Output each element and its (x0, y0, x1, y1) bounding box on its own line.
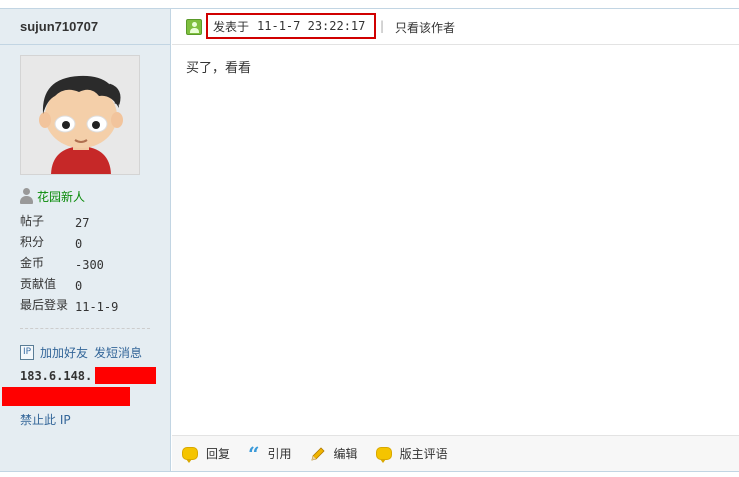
stat-label: 贡献值 (20, 277, 57, 291)
posted-time: 11-1-7 23:22:17 (257, 19, 366, 33)
reply-button[interactable]: 回复 (182, 445, 231, 463)
speech-bubble-icon (375, 447, 392, 463)
ip-icon: IP (20, 345, 34, 360)
mod-comment-label: 版主评语 (399, 447, 448, 461)
edit-button[interactable]: 编辑 (310, 445, 358, 462)
separator: | (380, 19, 385, 33)
ip-address: 183.6.148. (20, 369, 93, 383)
ban-ip-link[interactable]: 禁止此 IP (20, 411, 71, 428)
post-body: 买了，看看 (186, 61, 252, 76)
stat-value: 0 (75, 279, 83, 293)
only-author-link[interactable]: 只看该作者 (395, 19, 455, 36)
stat-row: 最后登录 11-1-9 (20, 295, 118, 316)
quote-button[interactable]: “ 引用 (248, 441, 292, 466)
stat-value: -300 (75, 258, 104, 272)
stat-label: 帖子 (20, 214, 45, 228)
stat-row: 帖子 27 (20, 211, 118, 232)
stat-label: 金币 (20, 256, 45, 270)
stat-value: 11-1-9 (75, 300, 119, 314)
stat-row: 积分 0 (20, 232, 118, 253)
divider (20, 328, 150, 329)
post-content: 发表于 11-1-7 23:22:17 | 只看该作者 买了，看看 回复 “ 引… (172, 9, 739, 471)
reply-label: 回复 (206, 447, 231, 461)
stat-value[interactable]: 27 (75, 211, 89, 232)
stat-row: 金币 -300 (20, 253, 118, 274)
quote-icon: “ (248, 441, 260, 466)
pencil-icon (310, 446, 325, 461)
post-container: sujun710707 花园新人 帖子 27 积分 0 金币 -300 贡献值 … (0, 8, 739, 472)
posted-time-highlight: 发表于 11-1-7 23:22:17 (206, 13, 376, 39)
author-actions: IP 加加好友 发短消息 (20, 344, 142, 361)
stat-label: 最后登录 (20, 298, 69, 312)
redaction-block (95, 367, 156, 384)
avatar[interactable] (20, 55, 140, 175)
send-message-link[interactable]: 发短消息 (94, 344, 142, 361)
post-header: 发表于 11-1-7 23:22:17 | 只看该作者 (172, 9, 739, 45)
author-stats: 帖子 27 积分 0 金币 -300 贡献值 0 最后登录 11-1-9 (20, 211, 118, 316)
rank-label[interactable]: 花园新人 (37, 188, 85, 205)
online-status-icon (186, 19, 202, 35)
mod-comment-button[interactable]: 版主评语 (375, 445, 448, 463)
author-username[interactable]: sujun710707 (20, 19, 98, 34)
user-icon (20, 188, 33, 204)
author-sidebar: sujun710707 花园新人 帖子 27 积分 0 金币 -300 贡献值 … (0, 9, 171, 471)
quote-label: 引用 (267, 447, 292, 461)
author-rank: 花园新人 (20, 187, 85, 205)
stat-value: 0 (75, 237, 83, 251)
add-friend-link[interactable]: 加加好友 (40, 344, 88, 361)
redaction-block (2, 387, 130, 406)
edit-label: 编辑 (333, 447, 358, 461)
stat-label: 积分 (20, 235, 45, 249)
posted-label: 发表于 (213, 19, 250, 34)
speech-bubble-icon (182, 447, 198, 463)
avatar-image (21, 56, 139, 174)
post-actions: 回复 “ 引用 编辑 版主评语 (172, 435, 739, 471)
stat-row: 贡献值 0 (20, 274, 118, 295)
